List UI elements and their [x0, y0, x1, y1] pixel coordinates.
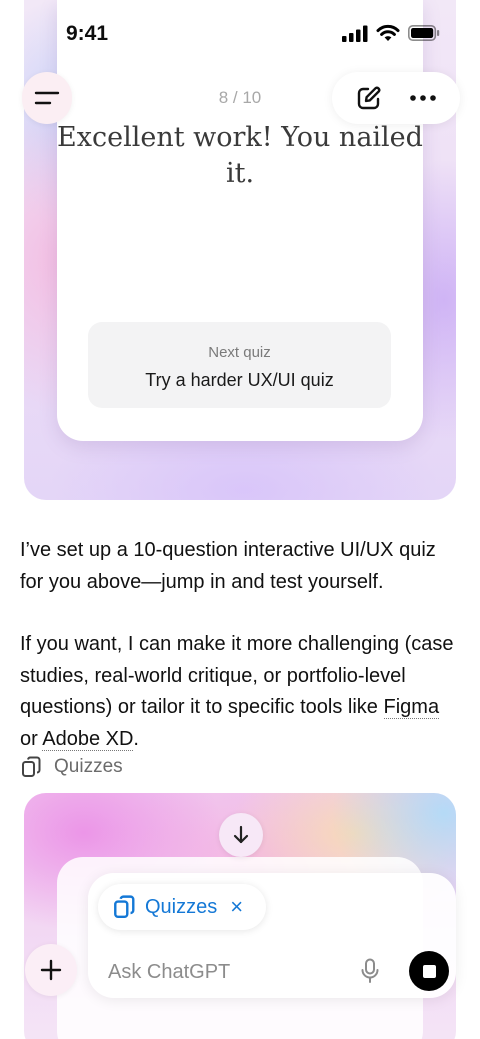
adobe-xd-link[interactable]: Adobe XD	[42, 727, 134, 751]
microphone-icon	[361, 958, 379, 983]
next-quiz-button[interactable]: Next quiz Try a harder UX/UI quiz	[88, 322, 391, 408]
quizzes-tool-chip[interactable]: Quizzes ×	[98, 884, 266, 930]
message-text: .	[133, 727, 139, 750]
quizzes-icon	[22, 756, 41, 777]
arrow-down-icon	[233, 825, 249, 844]
more-options-button[interactable]	[409, 94, 437, 102]
next-quiz-title: Try a harder UX/UI quiz	[145, 370, 334, 390]
quizzes-chip-label: Quizzes	[145, 895, 218, 918]
new-chat-button[interactable]	[355, 84, 383, 112]
add-attachment-button[interactable]	[25, 944, 77, 996]
ellipsis-icon	[410, 95, 436, 101]
message-paragraph: If you want, I can make it more challeng…	[20, 629, 460, 755]
stop-generating-button[interactable]	[409, 951, 449, 991]
close-icon[interactable]: ×	[230, 896, 243, 918]
quiz-result-title: Excellent work! You nailed it.	[57, 122, 423, 189]
plus-icon	[40, 959, 62, 981]
quizzes-icon	[114, 895, 135, 919]
status-bar: 9:41	[0, 0, 480, 70]
figma-link[interactable]: Figma	[383, 696, 440, 719]
message-paragraph: I’ve set up a 10-question interactive UI…	[20, 539, 436, 593]
message-text: or	[20, 727, 43, 750]
battery-icon	[408, 25, 440, 41]
dictation-button[interactable]	[358, 958, 382, 986]
edit-icon	[357, 86, 381, 110]
ask-chatgpt-input[interactable]	[108, 957, 338, 987]
quizzes-source-label: Quizzes	[54, 756, 123, 777]
cellular-signal-icon	[342, 25, 368, 42]
stop-icon	[422, 964, 436, 978]
header-actions	[332, 72, 460, 124]
next-quiz-label: Next quiz	[208, 344, 271, 361]
status-time: 9:41	[66, 22, 109, 45]
assistant-message: I’ve set up a 10-question interactive UI…	[20, 535, 460, 786]
sidebar-menu-icon	[34, 91, 60, 105]
wifi-icon	[376, 24, 400, 41]
sidebar-menu-button[interactable]	[22, 72, 72, 124]
quizzes-source-tag[interactable]: Quizzes	[20, 756, 123, 778]
scroll-down-button[interactable]	[219, 813, 263, 857]
system-icons	[342, 24, 440, 42]
